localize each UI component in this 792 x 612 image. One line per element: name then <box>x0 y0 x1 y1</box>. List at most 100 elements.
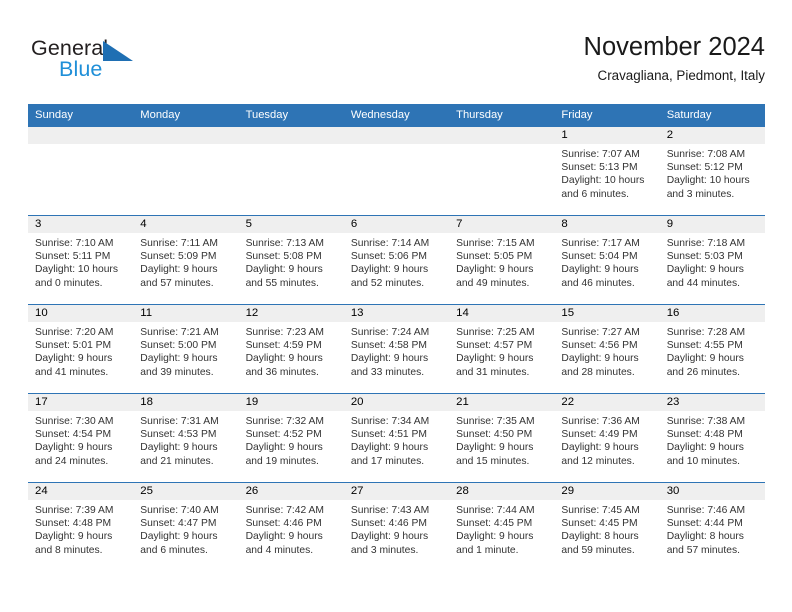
day-details: Sunrise: 7:31 AM Sunset: 4:53 PM Daylight:… <box>133 411 238 468</box>
calendar-day-cell[interactable]: 20 Sunrise: 7:34 AM Sunset: 4:51 PM Dayligh… <box>343 393 450 483</box>
day-detail-sunset: Sunset: 4:51 PM <box>350 429 427 441</box>
day-detail-sunrise: Sunrise: 7:34 AM <box>350 416 430 427</box>
calendar-cell-empty <box>449 127 555 216</box>
day-detail-daylight2: and 17 minutes. <box>350 455 425 467</box>
day-detail-sunset: Sunset: 4:50 PM <box>456 429 533 441</box>
day-detail-daylight1: Daylight: 9 hours <box>561 442 639 454</box>
day-detail-daylight1: Daylight: 9 hours <box>140 353 218 365</box>
calendar-day-cell[interactable]: 29 Sunrise: 7:45 AM Sunset: 4:45 PM Dayligh… <box>554 482 660 571</box>
calendar-day-cell[interactable]: 22 Sunrise: 7:36 AM Sunset: 4:49 PM Dayligh… <box>554 393 660 483</box>
day-detail-sunset: Sunset: 4:54 PM <box>35 429 112 441</box>
weekday-header-friday: Friday <box>554 104 660 127</box>
weekday-header-monday: Monday <box>133 104 239 127</box>
day-details: Sunrise: 7:20 AM Sunset: 5:01 PM Daylight:… <box>28 322 133 379</box>
calendar-day-cell[interactable]: 16 Sunrise: 7:28 AM Sunset: 4:55 PM Dayligh… <box>659 304 765 394</box>
day-detail-daylight2: and 26 minutes. <box>666 366 740 378</box>
day-detail-daylight1: Daylight: 9 hours <box>350 353 429 365</box>
day-number: 26 <box>238 483 344 500</box>
calendar-day-cell[interactable]: 9 Sunrise: 7:18 AM Sunset: 5:03 PM Daylight… <box>659 215 765 305</box>
day-number: 29 <box>554 483 660 500</box>
day-detail-sunset: Sunset: 4:46 PM <box>245 518 322 530</box>
day-number: 12 <box>238 305 344 322</box>
calendar-day-cell[interactable]: 6 Sunrise: 7:14 AM Sunset: 5:06 PM Daylight… <box>343 215 450 305</box>
calendar-cell-empty <box>343 127 450 216</box>
day-detail-daylight2: and 57 minutes. <box>140 277 214 289</box>
weekday-header-tuesday: Tuesday <box>238 104 344 127</box>
calendar-day-cell[interactable]: 8 Sunrise: 7:17 AM Sunset: 5:04 PM Daylight… <box>554 215 660 305</box>
calendar-week-row: 17 Sunrise: 7:30 AM Sunset: 4:54 PM Dayligh… <box>28 393 765 483</box>
day-detail-daylight1: Daylight: 10 hours <box>35 264 118 276</box>
triangle-icon <box>103 41 133 61</box>
day-number <box>133 127 239 144</box>
calendar-day-cell[interactable]: 26 Sunrise: 7:42 AM Sunset: 4:46 PM Dayligh… <box>238 482 344 571</box>
calendar-body: 1 Sunrise: 7:07 AM Sunset: 5:13 PM Daylight… <box>28 127 765 571</box>
day-detail-daylight1: Daylight: 10 hours <box>666 175 750 187</box>
calendar-day-cell[interactable]: 14 Sunrise: 7:25 AM Sunset: 4:57 PM Dayligh… <box>449 304 555 394</box>
day-detail-sunrise: Sunrise: 7:24 AM <box>350 327 430 338</box>
calendar-day-cell[interactable]: 15 Sunrise: 7:27 AM Sunset: 4:56 PM Dayligh… <box>554 304 660 394</box>
day-detail-daylight2: and 49 minutes. <box>456 277 530 289</box>
calendar-day-cell[interactable]: 12 Sunrise: 7:23 AM Sunset: 4:59 PM Dayligh… <box>238 304 344 394</box>
calendar-day-cell[interactable]: 10 Sunrise: 7:20 AM Sunset: 5:01 PM Dayligh… <box>28 304 134 394</box>
day-detail-daylight2: and 28 minutes. <box>561 366 635 378</box>
day-details: Sunrise: 7:08 AM Sunset: 5:12 PM Daylight:… <box>660 144 765 201</box>
day-detail-daylight1: Daylight: 9 hours <box>350 531 429 543</box>
day-details: Sunrise: 7:17 AM Sunset: 5:04 PM Daylight:… <box>554 233 659 290</box>
calendar-day-cell[interactable]: 2 Sunrise: 7:08 AM Sunset: 5:12 PM Daylight… <box>659 127 765 216</box>
day-details: Sunrise: 7:18 AM Sunset: 5:03 PM Daylight:… <box>660 233 765 290</box>
calendar-day-cell[interactable]: 27 Sunrise: 7:43 AM Sunset: 4:46 PM Dayligh… <box>343 482 450 571</box>
day-number: 25 <box>133 483 239 500</box>
day-detail-daylight1: Daylight: 9 hours <box>35 353 113 365</box>
day-detail-daylight1: Daylight: 9 hours <box>35 531 113 543</box>
day-detail-sunset: Sunset: 4:49 PM <box>561 429 638 441</box>
day-number: 19 <box>238 394 344 411</box>
day-details: Sunrise: 7:11 AM Sunset: 5:09 PM Daylight:… <box>133 233 238 290</box>
day-detail-sunset: Sunset: 4:52 PM <box>245 429 322 441</box>
day-detail-sunrise: Sunrise: 7:46 AM <box>666 505 746 516</box>
day-detail-sunset: Sunset: 4:53 PM <box>140 429 217 441</box>
day-details: Sunrise: 7:36 AM Sunset: 4:49 PM Daylight:… <box>554 411 659 468</box>
day-detail-sunset: Sunset: 5:06 PM <box>350 251 427 263</box>
calendar-day-cell[interactable]: 28 Sunrise: 7:44 AM Sunset: 4:45 PM Dayligh… <box>449 482 555 571</box>
calendar-day-cell[interactable]: 24 Sunrise: 7:39 AM Sunset: 4:48 PM Dayligh… <box>28 482 134 571</box>
day-detail-daylight2: and 55 minutes. <box>245 277 319 289</box>
weekday-header-wednesday: Wednesday <box>343 104 450 127</box>
day-detail-daylight2: and 19 minutes. <box>245 455 319 467</box>
day-detail-sunset: Sunset: 5:00 PM <box>140 340 217 352</box>
day-number: 24 <box>28 483 134 500</box>
page-title: November 2024 <box>583 33 765 61</box>
calendar-day-cell[interactable]: 4 Sunrise: 7:11 AM Sunset: 5:09 PM Daylight… <box>133 215 239 305</box>
day-detail-sunset: Sunset: 5:09 PM <box>140 251 217 263</box>
day-details: Sunrise: 7:35 AM Sunset: 4:50 PM Daylight:… <box>449 411 554 468</box>
day-detail-sunrise: Sunrise: 7:18 AM <box>666 238 746 249</box>
day-detail-sunset: Sunset: 5:05 PM <box>456 251 533 263</box>
calendar-day-cell[interactable]: 17 Sunrise: 7:30 AM Sunset: 4:54 PM Dayligh… <box>28 393 134 483</box>
day-detail-daylight2: and 31 minutes. <box>456 366 530 378</box>
calendar-day-cell[interactable]: 18 Sunrise: 7:31 AM Sunset: 4:53 PM Dayligh… <box>133 393 239 483</box>
day-details: Sunrise: 7:24 AM Sunset: 4:58 PM Daylight:… <box>344 322 449 379</box>
calendar-day-cell[interactable]: 21 Sunrise: 7:35 AM Sunset: 4:50 PM Dayligh… <box>449 393 555 483</box>
day-number: 28 <box>449 483 555 500</box>
calendar-day-cell[interactable]: 19 Sunrise: 7:32 AM Sunset: 4:52 PM Dayligh… <box>238 393 344 483</box>
day-detail-sunset: Sunset: 5:03 PM <box>666 251 743 263</box>
calendar-day-cell[interactable]: 3 Sunrise: 7:10 AM Sunset: 5:11 PM Daylight… <box>28 215 134 305</box>
calendar-day-cell[interactable]: 23 Sunrise: 7:38 AM Sunset: 4:48 PM Dayligh… <box>659 393 765 483</box>
calendar-day-cell[interactable]: 13 Sunrise: 7:24 AM Sunset: 4:58 PM Dayligh… <box>343 304 450 394</box>
weekday-header-sunday: Sunday <box>28 104 134 127</box>
calendar-day-cell[interactable]: 7 Sunrise: 7:15 AM Sunset: 5:05 PM Daylight… <box>449 215 555 305</box>
calendar-day-cell[interactable]: 1 Sunrise: 7:07 AM Sunset: 5:13 PM Daylight… <box>554 127 660 216</box>
day-detail-daylight2: and 46 minutes. <box>561 277 635 289</box>
day-detail-sunset: Sunset: 5:04 PM <box>561 251 638 263</box>
day-detail-sunset: Sunset: 4:47 PM <box>140 518 217 530</box>
day-number: 6 <box>343 216 450 233</box>
day-details: Sunrise: 7:45 AM Sunset: 4:45 PM Daylight:… <box>554 500 659 557</box>
day-detail-sunrise: Sunrise: 7:20 AM <box>35 327 114 338</box>
calendar-day-cell[interactable]: 30 Sunrise: 7:46 AM Sunset: 4:44 PM Dayligh… <box>659 482 765 571</box>
day-details: Sunrise: 7:30 AM Sunset: 4:54 PM Daylight:… <box>28 411 133 468</box>
calendar-day-cell[interactable]: 5 Sunrise: 7:13 AM Sunset: 5:08 PM Daylight… <box>238 215 344 305</box>
calendar-day-cell[interactable]: 11 Sunrise: 7:21 AM Sunset: 5:00 PM Dayligh… <box>133 304 239 394</box>
day-details: Sunrise: 7:14 AM Sunset: 5:06 PM Daylight:… <box>344 233 449 290</box>
calendar-day-cell[interactable]: 25 Sunrise: 7:40 AM Sunset: 4:47 PM Dayligh… <box>133 482 239 571</box>
day-detail-daylight1: Daylight: 9 hours <box>456 353 534 365</box>
day-detail-daylight2: and 24 minutes. <box>35 455 109 467</box>
